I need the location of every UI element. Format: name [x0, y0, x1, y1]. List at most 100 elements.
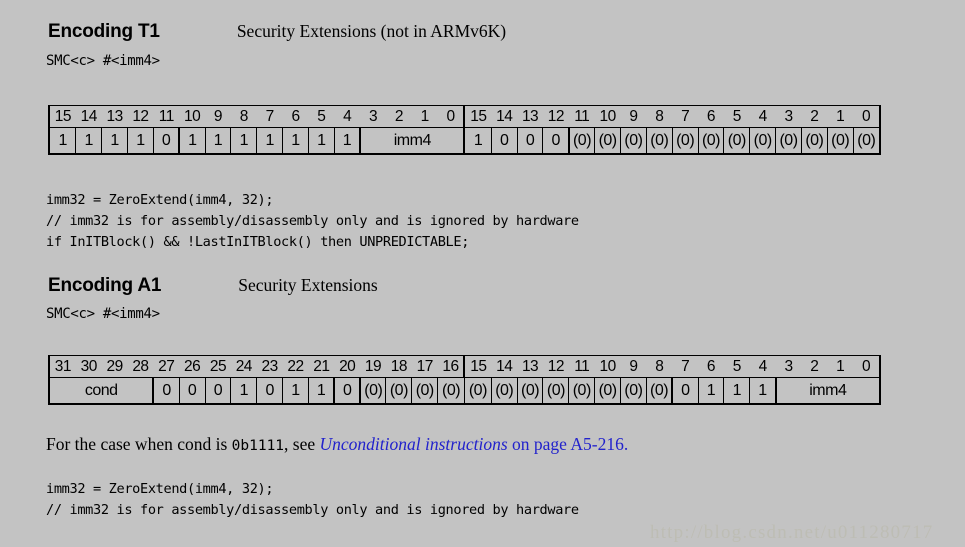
- cond-note-paragraph: For the case when cond is 0b1111, see Un…: [46, 434, 628, 455]
- encoding-a1-bitnum-17: 17: [416, 358, 434, 375]
- cond-note-code: 0b1111: [231, 438, 285, 454]
- encoding-a1-field-1-24: 1: [749, 377, 777, 404]
- encoding-t1-field-0-14: 0: [490, 127, 518, 154]
- encoding-t1-field-1-5: 1: [178, 127, 206, 154]
- encoding-a1-bitnum-6: 6: [706, 358, 716, 375]
- encoding-a1-bitnum-22: 22: [287, 358, 304, 375]
- encoding-a1-heading: Encoding A1 Security Extensions: [48, 275, 378, 297]
- encoding-a1-bitnum-26: 26: [184, 358, 201, 375]
- encoding-t1-bit-table: 15 14 13 12 11 10 9 8 7 6 5 4 3 2 1 0 15 14 13 12 11 10 9 8 7 6 5 4…: [48, 105, 881, 155]
- encoding-a1-bitnum-10: 10: [599, 358, 616, 375]
- encoding-a1-bitnum-18: 18: [390, 358, 408, 375]
- encoding-t1-field-zero-opt-28: (0): [852, 127, 880, 154]
- encoding-a1-field-0-21: 0: [671, 377, 699, 404]
- encoding-t1-bitnum-5: 5: [317, 108, 326, 125]
- encoding-a1-bitnum-14: 14: [496, 358, 513, 375]
- encoding-a1-field-zero-opt-12: (0): [437, 377, 465, 404]
- encoding-a1-field-zero-opt-19: (0): [620, 377, 647, 404]
- encoding-a1-bitnum-24: 24: [235, 358, 253, 375]
- encoding-a1-bitnum-9: 9: [629, 358, 638, 375]
- encoding-t1-note: Security Extensions (not in ARMv6K): [236, 21, 507, 41]
- encoding-t1-bitnum-1: 1: [836, 108, 845, 125]
- encoding-a1-field-zero-opt-14: (0): [490, 377, 518, 404]
- encoding-a1-field-1-22: 1: [697, 377, 725, 404]
- encoding-a1-bitnum-23: 23: [261, 358, 279, 375]
- encoding-a1-field-zero-opt-18: (0): [594, 377, 622, 404]
- encoding-a1-field-1-23: 1: [723, 377, 751, 404]
- encoding-t1-bitnum-12: 12: [547, 108, 565, 125]
- encoding-a1-field-zero-opt-10: (0): [385, 377, 413, 404]
- encoding-t1-bitnum-0: 0: [861, 108, 871, 125]
- encoding-a1-field-zero-opt-11: (0): [411, 377, 439, 404]
- encoding-t1-field-imm4-12: imm4: [359, 127, 465, 154]
- encoding-t1-field-1-1: 1: [75, 127, 103, 154]
- unconditional-instructions-link[interactable]: Unconditional instructions: [320, 434, 508, 454]
- encoding-a1-bitnum-30: 30: [80, 358, 98, 375]
- cond-note-lead: For the case when cond is: [46, 434, 232, 454]
- encoding-t1-bitnum-2: 2: [394, 108, 404, 125]
- encoding-t1-bitnum-7: 7: [265, 108, 275, 125]
- encoding-a1-bitnum-25: 25: [209, 358, 227, 375]
- encoding-a1-field-zero-opt-9: (0): [359, 377, 387, 404]
- encoding-t1-bitnum-5: 5: [732, 108, 742, 125]
- encoding-t1-bitnum-14: 14: [80, 108, 98, 125]
- encoding-a1-bit-numbers: 31 30 29 28 27 26 25 24 23 22 21 20 19 18 17 16 15 14 13 12…: [49, 355, 880, 378]
- cond-note-page-ref[interactable]: on page A5-216.: [508, 434, 628, 454]
- encoding-a1-field-1-4: 1: [230, 377, 258, 404]
- encoding-t1-field-1-8: 1: [256, 127, 284, 154]
- encoding-t1-field-zero-opt-24: (0): [749, 127, 777, 154]
- encoding-t1-bitnum-9: 9: [629, 108, 638, 125]
- encoding-t1-field-zero-opt-27: (0): [826, 127, 854, 154]
- encoding-t1-bit-numbers: 15 14 13 12 11 10 9 8 7 6 5 4 3 2 1 0 15 14 13 12 11 10 9 8 7 6 5 4…: [49, 105, 880, 128]
- encoding-t1-bitnum-8: 8: [655, 108, 664, 125]
- encoding-t1-field-zero-opt-18: (0): [594, 127, 622, 154]
- encoding-a1-field-0-3: 0: [204, 377, 232, 404]
- encoding-t1-field-zero-opt-23: (0): [723, 127, 751, 154]
- encoding-t1-field-zero-opt-25: (0): [775, 127, 802, 154]
- encoding-a1-bitnum-3: 3: [784, 358, 793, 375]
- encoding-t1-bitnum-12: 12: [132, 108, 149, 125]
- encoding-t1-bitnum-6: 6: [291, 108, 300, 125]
- encoding-a1-bitnum-29: 29: [106, 358, 123, 375]
- encoding-a1-pseudocode: imm32 = ZeroExtend(imm4, 32); // imm32 i…: [46, 481, 579, 518]
- encoding-a1-bitnum-13: 13: [521, 358, 539, 375]
- encoding-a1-field-0-8: 0: [333, 377, 361, 404]
- encoding-t1-bitnum-15: 15: [54, 108, 72, 125]
- encoding-a1-field-1-7: 1: [307, 377, 335, 404]
- encoding-a1-bitnum-2: 2: [810, 358, 819, 375]
- encoding-t1-bitnum-10: 10: [599, 108, 616, 125]
- encoding-t1-bitnum-3: 3: [784, 108, 793, 125]
- encoding-a1-bitnum-12: 12: [547, 358, 565, 375]
- encoding-t1-bitnum-11: 11: [158, 108, 175, 125]
- encoding-t1-field-1-11: 1: [333, 127, 361, 154]
- encoding-a1-bitnum-21: 21: [313, 358, 330, 375]
- encoding-t1-bitnum-14: 14: [496, 108, 513, 125]
- encoding-t1-bitnum-13: 13: [106, 108, 123, 125]
- encoding-t1-bitnum-11: 11: [574, 108, 590, 125]
- encoding-t1-bitnum-3: 3: [368, 108, 378, 125]
- encoding-a1-bit-fields: cond 0 0 0 1 0 1 1 0 (0) (0) (0) (0) (0) (0) (0) (0) (0)(…: [49, 377, 880, 404]
- encoding-a1-field-0-5: 0: [256, 377, 284, 404]
- encoding-a1-syntax: SMC<c> #<imm4>: [46, 306, 160, 322]
- encoding-t1-field-1-13: 1: [463, 127, 492, 154]
- encoding-t1-bitnum-6: 6: [706, 108, 716, 125]
- encoding-a1-note: Security Extensions: [238, 275, 378, 295]
- encoding-t1-bitnum-4: 4: [758, 108, 768, 125]
- encoding-t1-field-zero-opt-17: (0): [567, 127, 596, 154]
- encoding-a1-bitnum-11: 11: [574, 358, 590, 375]
- encoding-a1-bitnum-20: 20: [339, 358, 356, 375]
- encoding-t1-heading: Encoding T1 Security Extensions (not in …: [48, 21, 506, 43]
- encoding-t1-field-1-2: 1: [101, 127, 129, 154]
- encoding-t1-field-zero-opt-22: (0): [697, 127, 725, 154]
- encoding-a1-field-zero-opt-17: (0): [568, 377, 596, 404]
- encoding-a1-bitnum-16: 16: [442, 358, 459, 375]
- encoding-t1-bit-fields: 1 1 1 1 0 1 1 1 1 1 1 1 imm4 1 0 0 0 (0) (0) (0) (0) (0) (0) (0…: [49, 127, 880, 154]
- encoding-a1-field-zero-opt-15: (0): [516, 377, 544, 404]
- encoding-t1-pseudocode: imm32 = ZeroExtend(imm4, 32); // imm32 i…: [46, 192, 579, 250]
- cond-note-middle: , see: [284, 434, 320, 454]
- encoding-a1-field-0-1: 0: [152, 377, 180, 404]
- encoding-t1-bitnum-9: 9: [213, 108, 223, 125]
- encoding-a1-field-zero-opt-13: (0): [463, 377, 492, 404]
- encoding-a1-field-cond-0: cond: [49, 377, 154, 404]
- encoding-a1-field-0-2: 0: [178, 377, 206, 404]
